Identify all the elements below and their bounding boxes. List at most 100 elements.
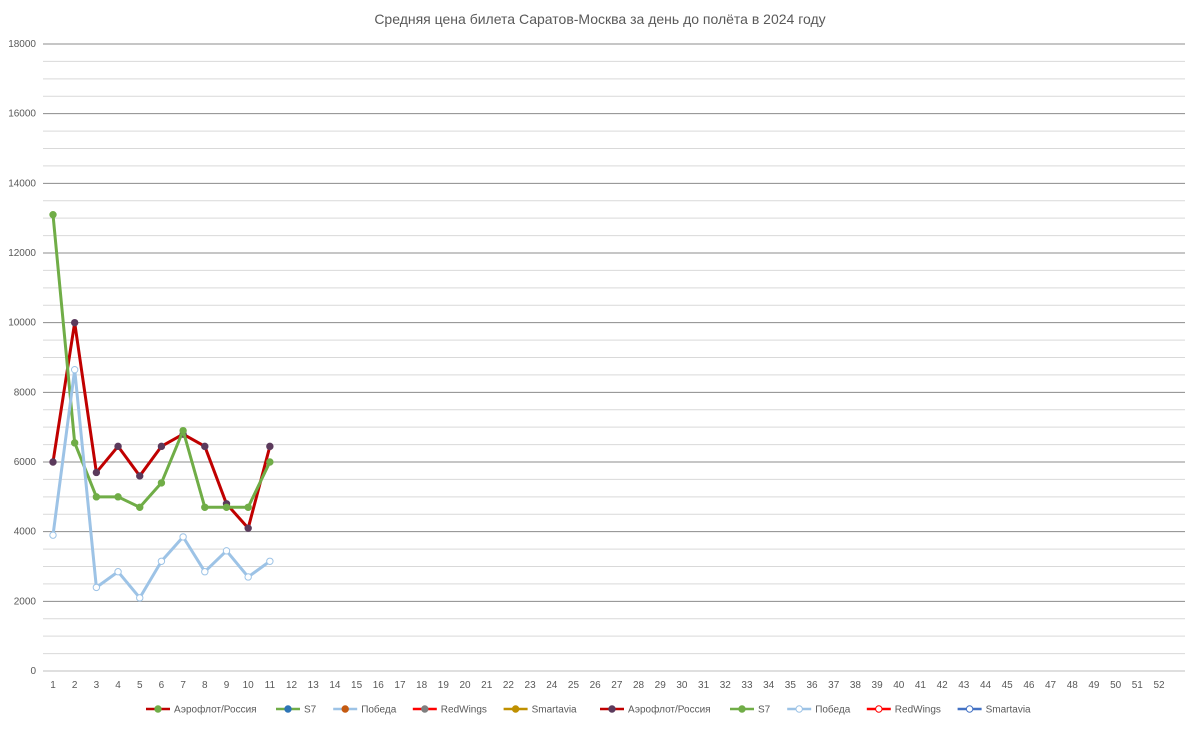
line-chart: Средняя цена билета Саратов-Москва за де… xyxy=(8,11,1185,716)
legend-marker xyxy=(511,705,520,713)
chart-container: Средняя цена билета Саратов-Москва за де… xyxy=(0,0,1200,726)
x-tick-label: 29 xyxy=(655,680,667,691)
data-point xyxy=(49,210,57,219)
x-tick-label: 45 xyxy=(1002,680,1014,691)
data-point xyxy=(266,442,274,451)
x-tick-label: 38 xyxy=(850,680,862,691)
x-tick-label: 20 xyxy=(459,680,471,691)
x-tick-label: 1 xyxy=(50,680,56,691)
x-tick-label: 18 xyxy=(416,680,428,691)
legend-marker xyxy=(608,705,616,713)
data-point xyxy=(49,458,57,466)
legend-item: RedWings xyxy=(866,705,941,716)
data-point xyxy=(136,594,144,602)
x-tick-label: 7 xyxy=(180,680,186,691)
data-point xyxy=(92,468,101,477)
series-line xyxy=(51,321,272,530)
x-tick-label: 8 xyxy=(202,680,208,691)
data-point xyxy=(222,547,231,555)
y-tick-label: 0 xyxy=(30,666,36,677)
y-tick-label: 4000 xyxy=(14,527,37,538)
x-tick-label: 17 xyxy=(394,680,406,691)
y-tick-label: 2000 xyxy=(14,596,37,607)
x-tick-label: 39 xyxy=(872,680,884,691)
x-tick-label: 12 xyxy=(286,680,298,691)
x-tick-label: 27 xyxy=(611,680,623,691)
legend-item: S7 xyxy=(730,705,771,716)
legend-label: Smartavia xyxy=(532,705,577,716)
legend-item: Победа xyxy=(333,704,397,716)
legend-item: Победа xyxy=(787,704,851,716)
legend-item: Аэрофлот/Россия xyxy=(146,704,257,716)
x-tick-label: 5 xyxy=(137,680,143,691)
data-point xyxy=(201,442,209,451)
x-tick-label: 11 xyxy=(265,680,276,691)
data-point xyxy=(179,426,187,435)
x-tick-label: 21 xyxy=(481,680,493,691)
x-tick-label: 35 xyxy=(785,680,797,691)
x-tick-label: 40 xyxy=(893,680,905,691)
x-tick-label: 49 xyxy=(1088,680,1100,691)
data-point xyxy=(70,365,79,374)
x-tick-label: 19 xyxy=(438,680,450,691)
data-point xyxy=(244,524,252,532)
legend-marker xyxy=(965,705,974,713)
x-tick-label: 51 xyxy=(1132,680,1144,691)
x-tick-label: 26 xyxy=(590,680,602,691)
legend-item: S7 xyxy=(276,705,317,716)
legend-label: Победа xyxy=(361,704,397,716)
x-tick-label: 22 xyxy=(503,680,515,691)
y-tick-label: 16000 xyxy=(8,109,36,120)
x-tick-label: 24 xyxy=(546,680,558,691)
y-tick-label: 18000 xyxy=(8,39,36,50)
grid-lines xyxy=(43,43,1185,672)
x-tick-label: 52 xyxy=(1153,680,1165,691)
x-tick-label: 3 xyxy=(94,680,100,691)
data-point xyxy=(136,503,144,511)
legend-item: Smartavia xyxy=(503,705,577,716)
x-tick-label: 15 xyxy=(351,680,363,691)
x-tick-label: 34 xyxy=(763,680,775,691)
x-tick-label: 30 xyxy=(676,680,688,691)
legend-label: RedWings xyxy=(441,705,487,716)
legend-label: RedWings xyxy=(895,705,941,716)
legend-label: Победа xyxy=(815,704,851,716)
x-tick-label: 16 xyxy=(373,680,385,691)
data-point xyxy=(222,503,231,511)
x-tick-label: 14 xyxy=(329,680,341,691)
y-tick-label: 8000 xyxy=(14,387,37,398)
x-tick-label: 37 xyxy=(828,680,840,691)
data-point xyxy=(179,533,187,541)
legend-label: Smartavia xyxy=(986,705,1031,716)
x-tick-label: 43 xyxy=(958,680,970,691)
legend-label: S7 xyxy=(304,705,317,716)
y-tick-label: 10000 xyxy=(8,318,36,329)
x-tick-label: 47 xyxy=(1045,680,1057,691)
legend-item: Smartavia xyxy=(957,705,1031,716)
legend-item: RedWings xyxy=(412,705,487,716)
x-tick-label: 13 xyxy=(308,680,320,691)
data-point xyxy=(201,568,209,576)
legend-marker xyxy=(341,705,349,713)
x-tick-label: 25 xyxy=(568,680,580,691)
data-point xyxy=(266,557,274,565)
data-point xyxy=(114,442,122,451)
data-point xyxy=(157,479,166,487)
data-point xyxy=(92,493,101,501)
x-tick-label: 36 xyxy=(806,680,818,691)
x-tick-label: 44 xyxy=(980,680,992,691)
x-tick-label: 41 xyxy=(915,680,927,691)
legend-marker xyxy=(284,705,292,713)
y-tick-label: 14000 xyxy=(8,178,36,189)
data-point xyxy=(157,442,166,451)
legend-marker xyxy=(795,705,803,713)
legend-marker xyxy=(875,705,883,713)
x-tick-label: 28 xyxy=(633,680,645,691)
data-point xyxy=(49,531,57,539)
data-point xyxy=(136,472,144,480)
x-tick-label: 23 xyxy=(525,680,537,691)
legend-label: Аэрофлот/Россия xyxy=(174,704,257,716)
x-tick-label: 9 xyxy=(224,680,230,691)
legend-item: Аэрофлот/Россия xyxy=(600,704,711,716)
x-tick-label: 4 xyxy=(115,680,121,691)
